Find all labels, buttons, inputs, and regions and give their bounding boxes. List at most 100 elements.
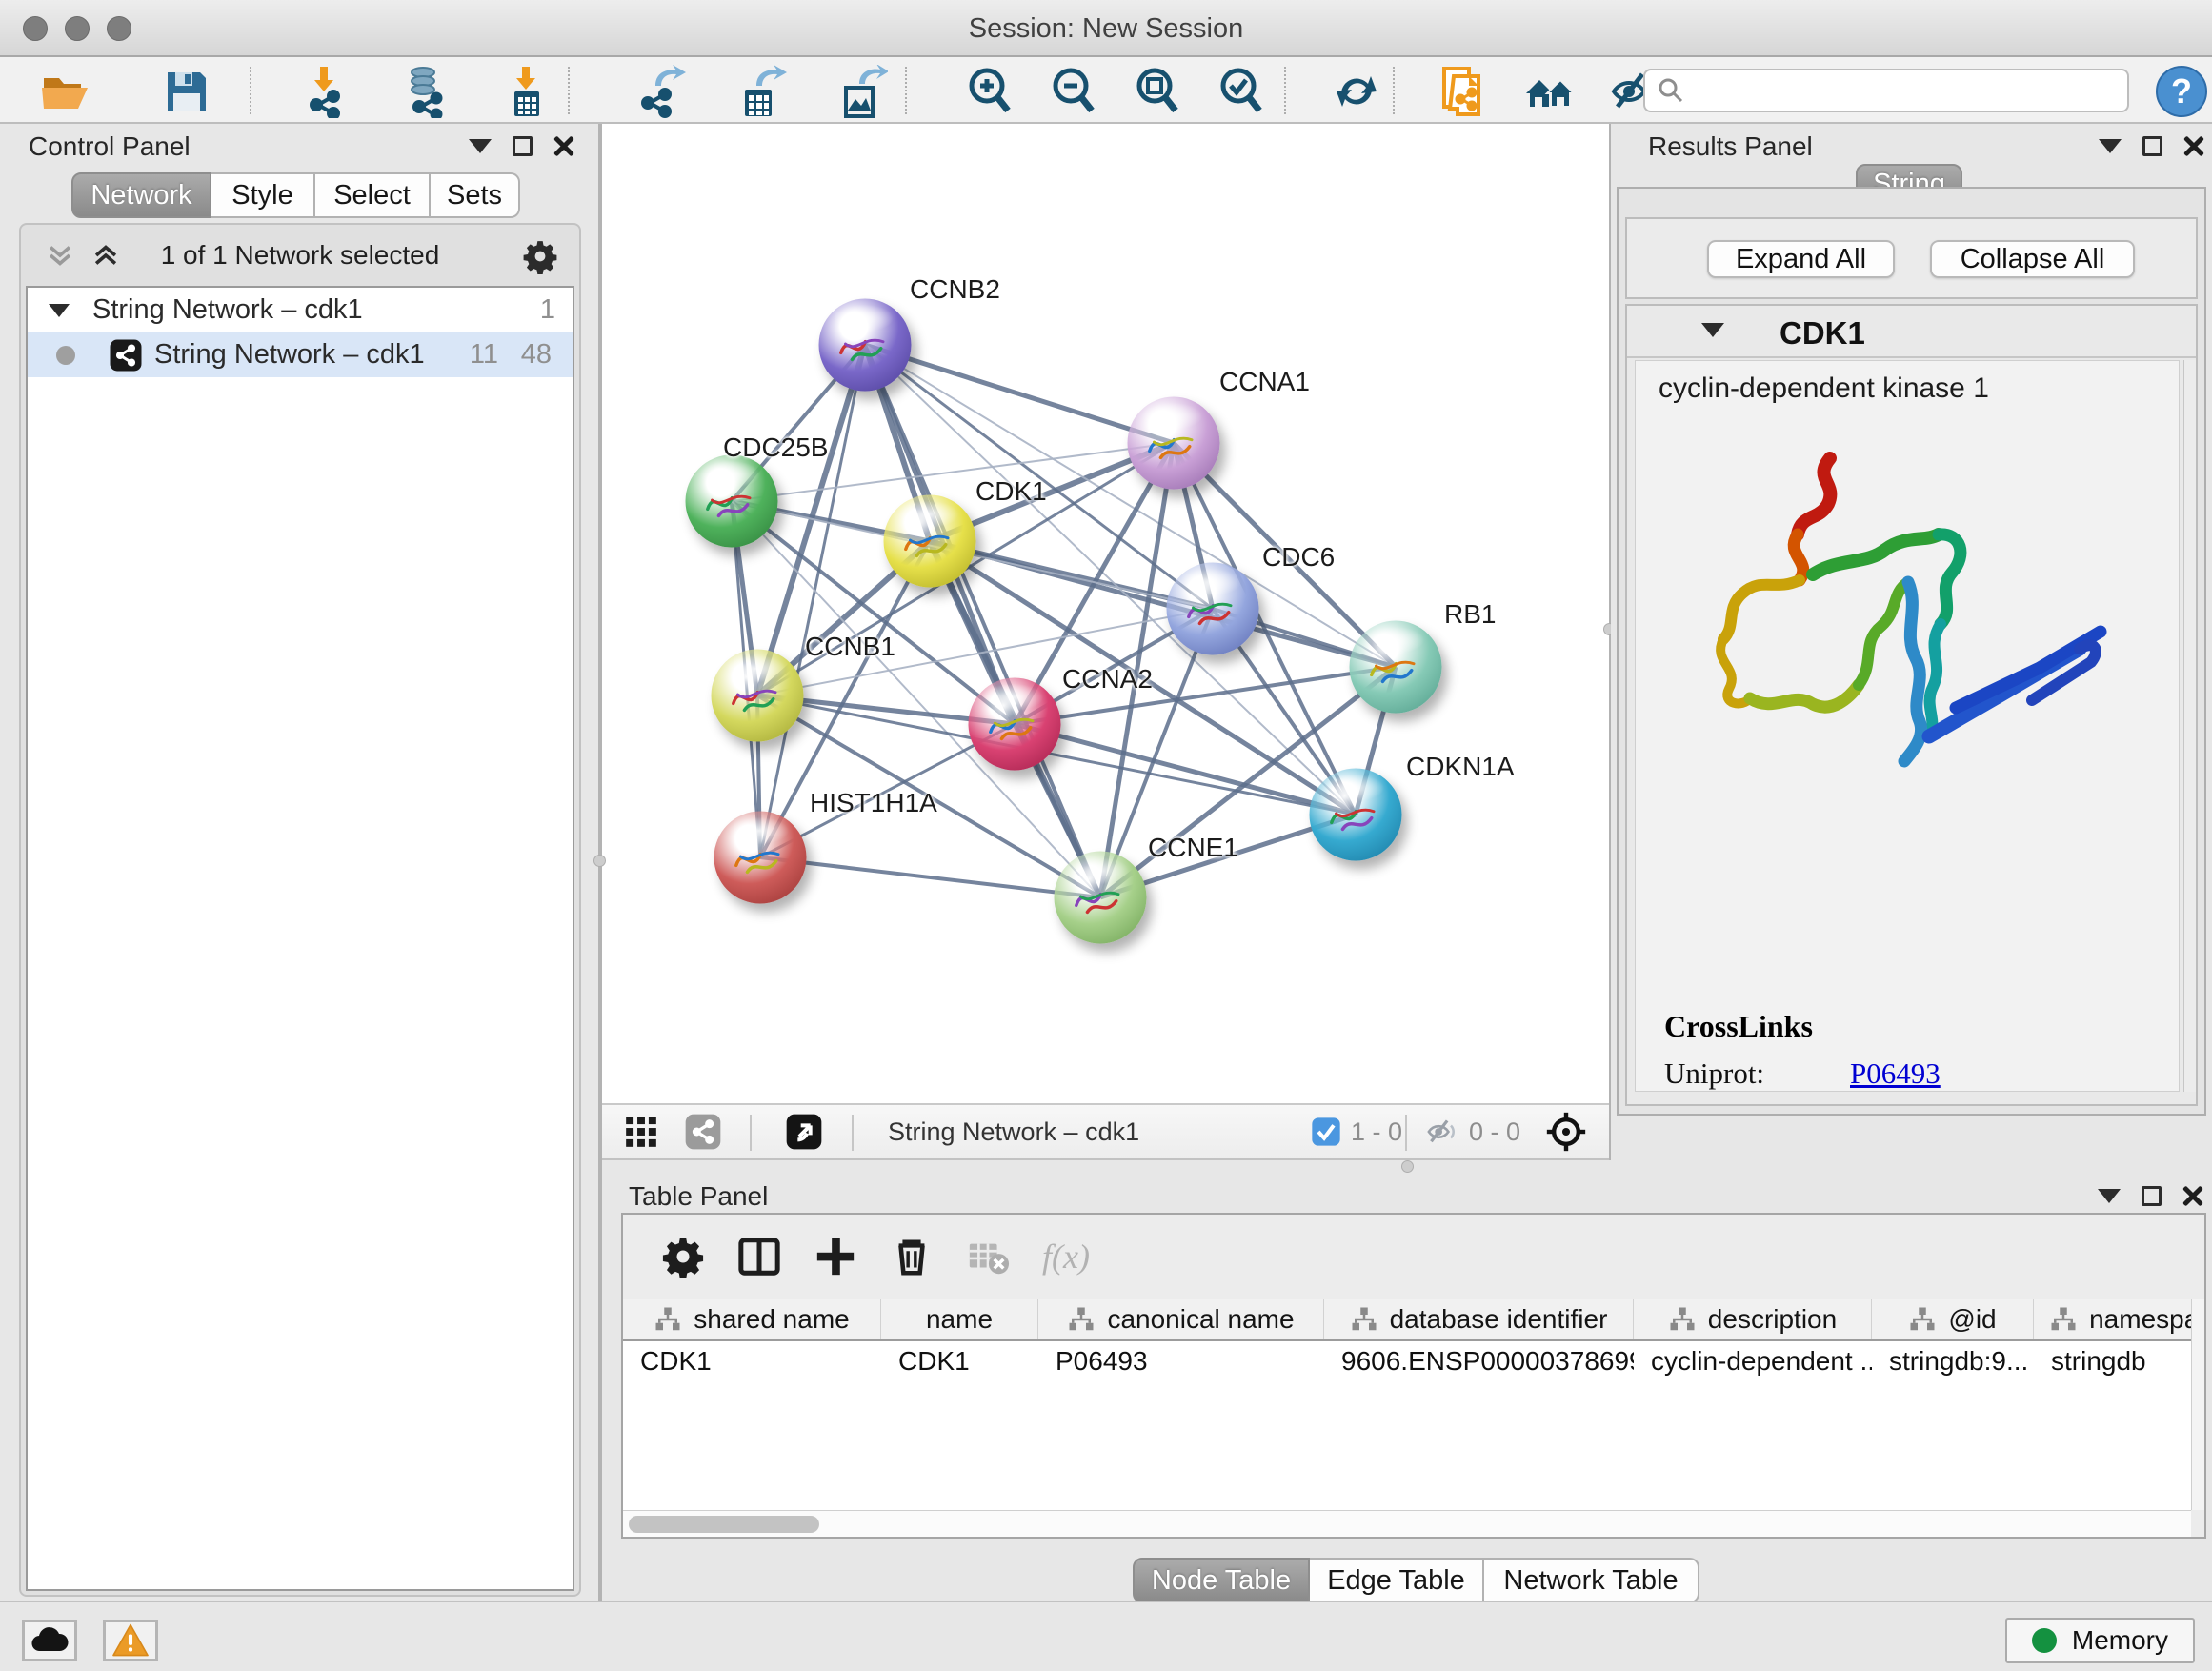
delete-table-icon[interactable] [966, 1235, 1010, 1278]
close-panel-icon[interactable] [2183, 135, 2204, 156]
node-CDC6[interactable] [1167, 563, 1259, 655]
refresh-button[interactable] [1330, 65, 1383, 118]
float-panel-icon[interactable] [2142, 136, 2162, 156]
homes-button[interactable] [1522, 65, 1576, 118]
close-panel-icon[interactable] [553, 135, 574, 156]
tab-style[interactable]: Style [211, 172, 315, 218]
table-horizontal-scrollbar[interactable] [623, 1510, 2191, 1537]
share-document-button[interactable] [1437, 65, 1490, 118]
tab-sets[interactable]: Sets [431, 172, 520, 218]
import-network-button[interactable] [297, 65, 351, 118]
node-CCNE1[interactable] [1055, 852, 1147, 944]
export-table-button[interactable] [734, 65, 787, 118]
column-header-namespace[interactable]: namespace [2034, 1299, 2191, 1339]
export-network-button[interactable] [633, 65, 686, 118]
show-columns-icon[interactable] [737, 1235, 781, 1278]
node-table[interactable]: shared namenamecanonical namedatabase id… [623, 1299, 2191, 1510]
table-gear-icon[interactable] [661, 1235, 705, 1278]
tab-edge-table[interactable]: Edge Table [1310, 1558, 1484, 1603]
table-row[interactable]: CDK1CDK1P064939606.ENSP00000378699cyclin… [623, 1341, 2191, 1381]
zoom-in-button[interactable] [964, 65, 1017, 118]
column-header-database-identifier[interactable]: database identifier [1324, 1299, 1634, 1339]
column-header--id[interactable]: @id [1872, 1299, 2034, 1339]
edge-CCNB2-CCNA1[interactable] [865, 345, 1174, 443]
protein-section-header[interactable]: CDK1 [1627, 306, 2196, 358]
panel-menu-icon[interactable] [2098, 1189, 2121, 1203]
float-panel-icon[interactable] [2142, 1186, 2162, 1206]
tab-node-table[interactable]: Node Table [1133, 1558, 1310, 1603]
table-cell[interactable]: 9606.ENSP00000378699 [1324, 1341, 1634, 1381]
edge-HIST1H1A-CCNE1[interactable] [760, 857, 1100, 897]
search-box[interactable] [1643, 69, 2129, 112]
grid-view-icon[interactable] [623, 1114, 659, 1150]
divider-handle[interactable] [593, 855, 606, 867]
selected-checkbox-icon[interactable] [1311, 1117, 1341, 1147]
table-cell[interactable]: stringdb [2034, 1341, 2191, 1381]
import-network-from-database-button[interactable] [398, 65, 452, 118]
help-button[interactable]: ? [2155, 65, 2208, 118]
column-header-canonical-name[interactable]: canonical name [1038, 1299, 1324, 1339]
node-RB1[interactable] [1350, 621, 1442, 714]
close-panel-icon[interactable] [2182, 1185, 2203, 1206]
network-view[interactable]: CCNB2CCNA1CDC25BCDK1CDC6RB1CCNB1CCNA2CDK… [602, 124, 1609, 1103]
tab-network-table[interactable]: Network Table [1484, 1558, 1699, 1603]
collapse-section-icon[interactable] [1701, 323, 1724, 337]
tab-select[interactable]: Select [315, 172, 431, 218]
string-view-icon[interactable] [684, 1113, 722, 1151]
crosslink-link[interactable]: P06493 [1850, 1057, 1941, 1091]
node-HIST1H1A[interactable] [714, 812, 807, 904]
float-panel-icon[interactable] [513, 136, 533, 156]
table-cell[interactable]: CDK1 [623, 1341, 881, 1381]
zoom-selected-button[interactable] [1216, 65, 1269, 118]
panel-menu-icon[interactable] [469, 139, 492, 153]
table-cell[interactable]: CDK1 [881, 1341, 1038, 1381]
tab-network[interactable]: Network [71, 172, 211, 218]
network-canvas[interactable]: CCNB2CCNA1CDC25BCDK1CDC6RB1CCNB1CCNA2CDK… [602, 124, 1609, 1103]
panel-menu-icon[interactable] [2099, 139, 2122, 153]
delete-column-icon[interactable] [890, 1235, 934, 1278]
node-CDKN1A[interactable] [1310, 769, 1402, 861]
column-header-description[interactable]: description [1634, 1299, 1872, 1339]
node-CCNB1[interactable] [712, 650, 804, 742]
svg-text:?: ? [2171, 71, 2192, 111]
network-list: String Network – cdk1 1 String Network –… [26, 286, 574, 1591]
table-vertical-scrollbar[interactable] [2191, 1299, 2204, 1510]
add-column-icon[interactable] [814, 1235, 857, 1278]
function-builder-icon[interactable]: f(x) [1042, 1237, 1090, 1277]
node-shine [897, 500, 958, 528]
hidden-eye-icon[interactable] [1425, 1115, 1459, 1149]
network-row[interactable]: String Network – cdk1 11 48 [28, 332, 573, 377]
splitter-handle[interactable] [1401, 1160, 1414, 1173]
scrollbar-thumb[interactable] [629, 1516, 819, 1533]
save-session-button[interactable] [160, 65, 213, 118]
zoom-out-button[interactable] [1048, 65, 1101, 118]
column-header-name[interactable]: name [881, 1299, 1038, 1339]
results-scrollbar[interactable] [2183, 360, 2196, 1092]
table-cell[interactable]: stringdb:9... [1872, 1341, 2034, 1381]
zoom-fit-button[interactable] [1132, 65, 1185, 118]
node-CCNB2[interactable] [819, 299, 912, 392]
network-collection-row[interactable]: String Network – cdk1 1 [28, 288, 573, 332]
search-input[interactable] [1695, 76, 2116, 106]
import-table-button[interactable] [499, 65, 553, 118]
birdseye-view-icon[interactable] [785, 1113, 823, 1151]
warning-status-button[interactable] [103, 1620, 158, 1661]
memory-button[interactable]: Memory [2005, 1618, 2195, 1663]
table-cell[interactable]: P06493 [1038, 1341, 1324, 1381]
export-image-button[interactable] [835, 65, 888, 118]
node-CDK1[interactable] [884, 495, 976, 588]
cloud-status-button[interactable] [22, 1620, 77, 1661]
table-cell[interactable]: cyclin-dependent ... [1634, 1341, 1872, 1381]
expand-all-button[interactable]: Expand All [1707, 240, 1895, 278]
node-CCNA2[interactable] [969, 678, 1061, 771]
horizontal-splitter[interactable] [602, 1160, 2212, 1174]
collapse-collection-icon[interactable] [49, 304, 70, 317]
collapse-all-button[interactable]: Collapse All [1930, 240, 2135, 278]
gear-icon[interactable] [522, 238, 558, 274]
edge-CCNB2-HIST1H1A[interactable] [760, 345, 865, 857]
node-CCNA1[interactable] [1128, 397, 1220, 490]
crosshair-icon[interactable] [1545, 1111, 1587, 1153]
node-CDC25B[interactable] [686, 455, 778, 548]
open-session-button[interactable] [38, 65, 91, 118]
column-header-shared-name[interactable]: shared name [623, 1299, 881, 1339]
